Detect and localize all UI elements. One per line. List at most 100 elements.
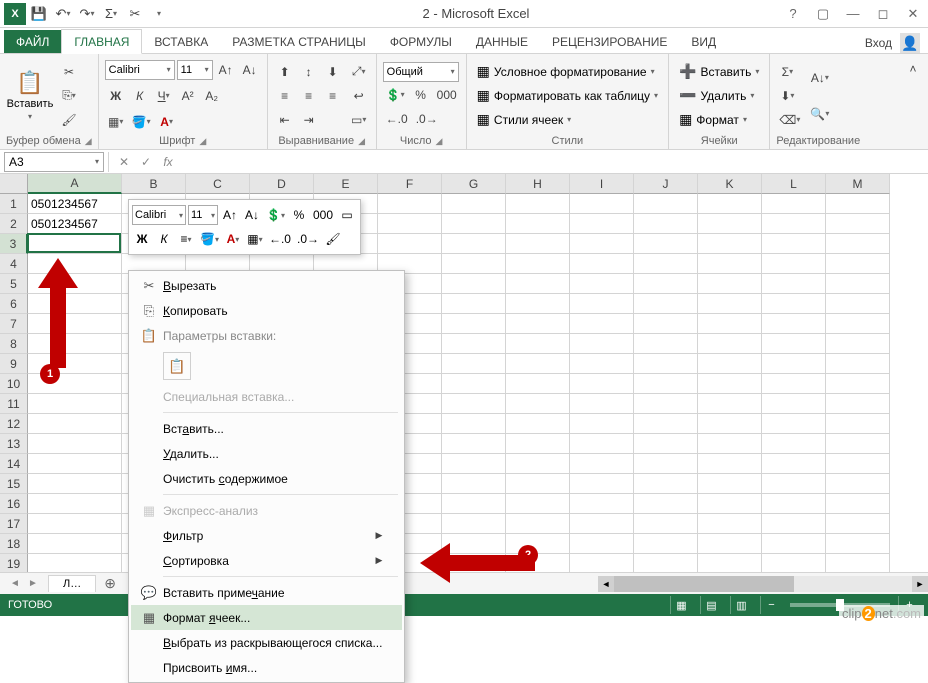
cut-button[interactable]: ✂ [58, 61, 80, 83]
cell[interactable] [442, 514, 506, 534]
cell[interactable] [442, 554, 506, 572]
font-size-combo[interactable]: 11▾ [177, 60, 213, 80]
cell[interactable] [634, 434, 698, 454]
sort-filter-button[interactable]: A↓▾ [807, 61, 832, 95]
mini-font-combo[interactable]: Calibri▾ [132, 205, 186, 225]
col-header-C[interactable]: C [186, 174, 250, 194]
col-header-H[interactable]: H [506, 174, 570, 194]
cell[interactable] [634, 314, 698, 334]
fill-button[interactable]: ⬇▾ [776, 85, 798, 107]
cell[interactable] [442, 354, 506, 374]
cell[interactable] [762, 534, 826, 554]
menu-sort[interactable]: Сортировка▶ [131, 548, 402, 573]
new-sheet-button[interactable]: ⊕ [96, 575, 124, 592]
cell[interactable] [506, 534, 570, 554]
fill-color-button[interactable]: 🪣▾ [129, 111, 154, 133]
cell[interactable] [570, 434, 634, 454]
clipboard-dialog-icon[interactable]: ◢ [85, 136, 92, 147]
cell[interactable] [28, 414, 122, 434]
cell[interactable] [442, 334, 506, 354]
cell[interactable] [506, 194, 570, 214]
cell[interactable] [698, 294, 762, 314]
cell[interactable] [762, 494, 826, 514]
cell[interactable] [826, 254, 890, 274]
cell[interactable] [570, 334, 634, 354]
row-header-17[interactable]: 17 [0, 514, 28, 534]
cell[interactable] [698, 194, 762, 214]
cell[interactable] [506, 314, 570, 334]
cell[interactable] [28, 474, 122, 494]
row-header-4[interactable]: 4 [0, 254, 28, 274]
cell[interactable] [698, 394, 762, 414]
row-header-6[interactable]: 6 [0, 294, 28, 314]
cell[interactable] [762, 554, 826, 572]
cell[interactable] [28, 334, 122, 354]
wrap-text-icon[interactable]: ↩ [348, 85, 370, 107]
fx-icon[interactable]: fx [157, 152, 179, 172]
maximize-icon[interactable]: ◻ [868, 2, 898, 26]
scroll-right-icon[interactable]: ► [912, 576, 928, 592]
avatar-icon[interactable]: 👤 [900, 33, 920, 53]
clear-button[interactable]: ⌫▾ [776, 109, 803, 131]
cell[interactable] [570, 234, 634, 254]
collapse-ribbon-icon[interactable]: ˄ [902, 58, 924, 80]
cell[interactable] [570, 534, 634, 554]
mini-percent-icon[interactable]: % [289, 205, 309, 225]
cell[interactable] [28, 254, 122, 274]
cell[interactable] [634, 294, 698, 314]
cell[interactable] [570, 294, 634, 314]
cell[interactable] [506, 494, 570, 514]
undo-icon[interactable]: ↶▾ [52, 3, 74, 25]
paste-option-default[interactable]: 📋 [163, 352, 191, 380]
merge-icon[interactable]: ▭▾ [348, 109, 370, 131]
increase-decimal-icon[interactable]: ←.0 [383, 108, 411, 130]
shrink-font-icon[interactable]: A↓ [239, 59, 261, 81]
cell-styles-button[interactable]: ▦Стили ячеек▾ [473, 109, 662, 131]
cut-icon[interactable]: ✂ [124, 3, 146, 25]
cell[interactable] [634, 354, 698, 374]
cell[interactable] [506, 334, 570, 354]
orientation-icon[interactable]: ⤢▾ [348, 61, 370, 83]
tab-file[interactable]: ФАЙЛ [4, 30, 61, 53]
cell[interactable] [506, 414, 570, 434]
col-header-E[interactable]: E [314, 174, 378, 194]
cell[interactable] [378, 214, 442, 234]
col-header-G[interactable]: G [442, 174, 506, 194]
copy-button[interactable]: ⎘▾ [58, 85, 80, 107]
align-bottom-icon[interactable]: ⬇ [322, 61, 344, 83]
cell[interactable] [698, 314, 762, 334]
cell[interactable] [442, 414, 506, 434]
cell[interactable] [826, 534, 890, 554]
cell[interactable] [570, 214, 634, 234]
cell[interactable] [570, 494, 634, 514]
redo-icon[interactable]: ↷▾ [76, 3, 98, 25]
row-header-19[interactable]: 19 [0, 554, 28, 572]
horizontal-scrollbar[interactable]: ◄ ► [598, 576, 928, 592]
menu-pick-from-list[interactable]: Выбрать из раскрывающегося списка... [131, 630, 402, 655]
cell[interactable] [506, 354, 570, 374]
cell[interactable] [506, 234, 570, 254]
cell[interactable] [570, 454, 634, 474]
cell[interactable] [762, 354, 826, 374]
mini-size-combo[interactable]: 11▾ [188, 205, 218, 225]
cell[interactable] [506, 214, 570, 234]
align-left-icon[interactable]: ≡ [274, 85, 296, 107]
conditional-formatting-button[interactable]: ▦Условное форматирование▾ [473, 61, 662, 83]
cell[interactable] [570, 254, 634, 274]
row-header-15[interactable]: 15 [0, 474, 28, 494]
col-header-L[interactable]: L [762, 174, 826, 194]
tab-home[interactable]: ГЛАВНАЯ [61, 29, 142, 54]
cell[interactable] [698, 274, 762, 294]
menu-delete[interactable]: Удалить... [131, 441, 402, 466]
cell[interactable] [506, 514, 570, 534]
cell[interactable] [634, 474, 698, 494]
cell[interactable] [762, 514, 826, 534]
format-as-table-button[interactable]: ▦Форматировать как таблицу▾ [473, 85, 662, 107]
insert-cells-button[interactable]: ➕Вставить▾ [675, 61, 763, 83]
zoom-out-icon[interactable]: − [760, 596, 782, 614]
tab-insert[interactable]: ВСТАВКА [142, 30, 220, 53]
cell[interactable]: 0501234567 [28, 214, 122, 234]
cell[interactable] [28, 434, 122, 454]
select-all-corner[interactable] [0, 174, 28, 194]
cell[interactable] [826, 214, 890, 234]
